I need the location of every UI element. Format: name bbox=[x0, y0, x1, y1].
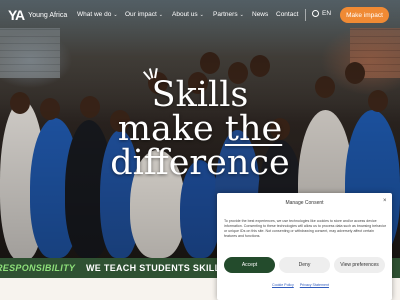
language-selector[interactable]: EN bbox=[312, 10, 331, 17]
consent-title: Manage Consent bbox=[285, 200, 324, 206]
headline-line-2: make the bbox=[0, 112, 400, 147]
nav-item-label: About us bbox=[172, 11, 198, 18]
hero-headline: Skills make the difference bbox=[0, 75, 400, 183]
nav-item-contact[interactable]: Contact bbox=[276, 11, 298, 18]
brand-logo[interactable]: YA Young Africa bbox=[8, 7, 67, 23]
chevron-down-icon: ⌄ bbox=[158, 12, 163, 18]
marquee-text-highlight: RESPONSIBILITY bbox=[0, 263, 76, 273]
logo-mark: YA bbox=[8, 7, 25, 23]
nav-item-label: Partners bbox=[213, 11, 238, 18]
consent-links: Cookie Policy Privacy Statement bbox=[272, 283, 329, 287]
nav-item-about-us[interactable]: About us ⌄ bbox=[172, 11, 204, 18]
consent-description: To provide the best experiences, we use … bbox=[224, 219, 387, 238]
nav-divider bbox=[305, 9, 306, 21]
headline-line-1: Skills bbox=[151, 75, 249, 115]
accept-button[interactable]: Accept bbox=[224, 257, 275, 273]
nav-item-news[interactable]: News bbox=[252, 11, 268, 18]
deny-button[interactable]: Deny bbox=[279, 257, 330, 273]
top-navigation: YA Young Africa What we do ⌄ Our impact ⌄ … bbox=[0, 0, 400, 30]
nav-item-label: News bbox=[252, 11, 269, 18]
close-icon[interactable]: × bbox=[383, 198, 387, 204]
globe-icon bbox=[312, 10, 319, 17]
privacy-statement-link[interactable]: Privacy Statement bbox=[300, 283, 329, 287]
language-label: EN bbox=[322, 10, 332, 17]
nav-item-label: Our impact bbox=[125, 11, 157, 18]
cookie-policy-link[interactable]: Cookie Policy bbox=[272, 283, 294, 287]
chevron-down-icon: ⌄ bbox=[113, 12, 118, 18]
nav-item-partners[interactable]: Partners ⌄ bbox=[213, 11, 244, 18]
nav-item-label: Contact bbox=[276, 11, 299, 18]
brand-name: Young Africa bbox=[28, 11, 68, 19]
nav-item-label: What we do bbox=[77, 11, 112, 18]
view-preferences-button[interactable]: View preferences bbox=[334, 257, 385, 273]
make-impact-button[interactable]: Make impact bbox=[340, 7, 389, 23]
chevron-down-icon: ⌄ bbox=[239, 12, 244, 18]
headline-line-3: difference bbox=[110, 143, 290, 183]
chevron-down-icon: ⌄ bbox=[199, 12, 204, 18]
nav-item-what-we-do[interactable]: What we do ⌄ bbox=[77, 11, 118, 18]
nav-item-our-impact[interactable]: Our impact ⌄ bbox=[125, 11, 163, 18]
